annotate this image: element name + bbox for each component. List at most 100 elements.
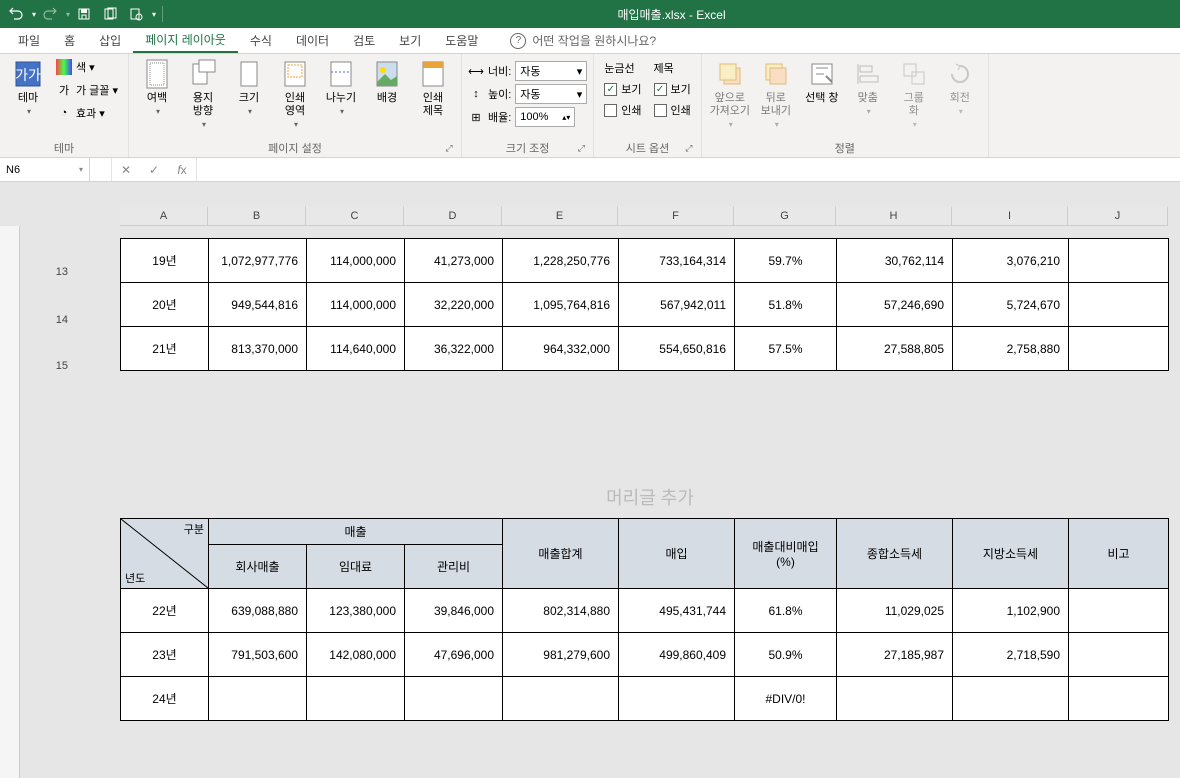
tab-page-layout[interactable]: 페이지 레이아웃: [133, 28, 238, 53]
col-header[interactable]: F: [618, 206, 734, 226]
formula-bar: N6▾ ✕ ✓ fх: [0, 158, 1180, 182]
table-header-row: 구분 년도 매출 매출합계 매입 매출대비매입 (%) 종합소득세 지방소득세 …: [121, 519, 1169, 545]
svg-text:가가: 가가: [15, 67, 41, 83]
tab-file[interactable]: 파일: [6, 28, 52, 53]
group-scale: ⟷너비:자동▾ ↕높이:자동▾ ⊞배율:100%▴▾ 크기 조정⤢: [462, 54, 594, 157]
fx-button[interactable]: fх: [168, 158, 196, 181]
selpane-icon: [806, 58, 838, 90]
row-header[interactable]: 15: [20, 356, 76, 376]
tab-help[interactable]: 도움말: [433, 28, 490, 53]
print-area-icon: [279, 58, 311, 90]
print-area-button[interactable]: 인쇄 영역▾: [273, 56, 317, 131]
align-icon: [852, 58, 884, 90]
redo-button[interactable]: [38, 2, 62, 26]
back-icon: [760, 58, 792, 90]
fit-width-input[interactable]: 자동▾: [515, 61, 587, 81]
row-header[interactable]: 13: [20, 262, 76, 282]
print-preview-button[interactable]: [124, 2, 148, 26]
data-table-1: 19년 1,072,977,776 114,000,000 41,273,000…: [120, 238, 1169, 371]
worksheet-area: 13 14 15 A B C D E F G H I J 19년 1,072,9…: [0, 182, 1180, 778]
group-obj-icon: [898, 58, 930, 90]
themes-button[interactable]: 가가 테마 ▾: [6, 56, 50, 118]
page-setup-launcher[interactable]: ⤢: [443, 143, 455, 155]
group-button[interactable]: 그룹 화▾: [892, 56, 936, 131]
grid-print-checkbox[interactable]: [604, 104, 617, 117]
theme-fonts-button[interactable]: 가가 글꼴 ▾: [52, 79, 122, 101]
background-button[interactable]: 배경: [365, 56, 409, 107]
ribbon-tabs: 파일 홈 삽입 페이지 레이아웃 수식 데이터 검토 보기 도움말 ? 어떤 작…: [0, 28, 1180, 54]
size-icon: [233, 58, 265, 90]
ribbon: 가가 테마 ▾ 색 ▾ 가가 글꼴 ▾ ◔효과 ▾ 테마 여백▾ 용지 방향▾ …: [0, 54, 1180, 158]
theme-effects-button[interactable]: ◔효과 ▾: [52, 102, 122, 124]
margins-icon: [141, 58, 173, 90]
sheet-opts-launcher[interactable]: ⤢: [683, 143, 695, 155]
print-titles-button[interactable]: 인쇄 제목: [411, 56, 455, 120]
tab-formulas[interactable]: 수식: [238, 28, 284, 53]
tab-insert[interactable]: 삽입: [87, 28, 133, 53]
group-themes: 가가 테마 ▾ 색 ▾ 가가 글꼴 ▾ ◔효과 ▾ 테마: [0, 54, 129, 157]
lightbulb-icon: ?: [510, 33, 526, 49]
scale-launcher[interactable]: ⤢: [575, 143, 587, 155]
data-table-2: 구분 년도 매출 매출합계 매입 매출대비매입 (%) 종합소득세 지방소득세 …: [120, 518, 1169, 721]
effects-icon: ◔: [56, 105, 72, 121]
tell-me-search[interactable]: ? 어떤 작업을 원하시나요?: [510, 28, 656, 53]
touch-mode-button[interactable]: [98, 2, 122, 26]
margins-button[interactable]: 여백▾: [135, 56, 179, 118]
align-button[interactable]: 맞춤▾: [846, 56, 890, 118]
col-header[interactable]: C: [306, 206, 404, 226]
rotate-button[interactable]: 회전▾: [938, 56, 982, 118]
table-row: 22년 639,088,880 123,380,000 39,846,000 8…: [121, 589, 1169, 633]
group-arrange: 앞으로 가져오기▾ 뒤로 보내기▾ 선택 창 맞춤▾ 그룹 화▾ 회전▾ 정렬: [702, 54, 989, 157]
window-title: 매입매출.xlsx - Excel: [167, 6, 1176, 23]
selection-pane-button[interactable]: 선택 창: [800, 56, 844, 107]
forward-icon: [714, 58, 746, 90]
titles-icon: [417, 58, 449, 90]
header-placeholder[interactable]: 머리글 추가: [606, 484, 694, 510]
scale-input[interactable]: 100%▴▾: [515, 107, 575, 127]
theme-colors-button[interactable]: 색 ▾: [52, 56, 122, 78]
headings-view-checkbox[interactable]: ✓: [654, 83, 667, 96]
col-header[interactable]: J: [1068, 206, 1168, 226]
themes-icon: 가가: [12, 58, 44, 90]
col-header[interactable]: H: [836, 206, 952, 226]
row-numbers: 13 14 15: [20, 226, 76, 778]
scale-icon: ⊞: [468, 109, 484, 125]
enter-formula-button[interactable]: ✓: [140, 158, 168, 181]
headings-print-checkbox[interactable]: [654, 104, 667, 117]
bring-forward-button[interactable]: 앞으로 가져오기▾: [708, 56, 752, 131]
grid-view-checkbox[interactable]: ✓: [604, 83, 617, 96]
cancel-formula-button[interactable]: ✕: [112, 158, 140, 181]
group-sheet-options: 눈금선 ✓보기 인쇄 제목 ✓보기 인쇄 시트 옵션⤢: [594, 54, 702, 157]
size-button[interactable]: 크기▾: [227, 56, 271, 118]
tab-review[interactable]: 검토: [341, 28, 387, 53]
col-header[interactable]: D: [404, 206, 502, 226]
col-header[interactable]: B: [208, 206, 306, 226]
send-back-button[interactable]: 뒤로 보내기▾: [754, 56, 798, 131]
row-header[interactable]: 14: [20, 310, 76, 330]
col-header[interactable]: I: [952, 206, 1068, 226]
formula-input[interactable]: [197, 158, 1180, 181]
table-row: 20년 949,544,816 114,000,000 32,220,000 1…: [121, 283, 1169, 327]
tab-view[interactable]: 보기: [387, 28, 433, 53]
col-header[interactable]: A: [120, 206, 208, 226]
undo-button[interactable]: [4, 2, 28, 26]
group-page-setup: 여백▾ 용지 방향▾ 크기▾ 인쇄 영역▾ 나누기▾ 배경 인쇄 제목 페이지 …: [129, 54, 462, 157]
tab-home[interactable]: 홈: [52, 28, 87, 53]
save-button[interactable]: [72, 2, 96, 26]
tab-data[interactable]: 데이터: [284, 28, 341, 53]
name-box[interactable]: N6▾: [0, 158, 90, 181]
orientation-icon: [187, 58, 219, 90]
table-row: 23년 791,503,600 142,080,000 47,696,000 9…: [121, 633, 1169, 677]
col-header[interactable]: G: [734, 206, 836, 226]
fit-height-input[interactable]: 자동▾: [515, 84, 587, 104]
col-header[interactable]: E: [502, 206, 618, 226]
width-icon: ⟷: [468, 63, 484, 79]
table-row: 24년 #DIV/0!: [121, 677, 1169, 721]
orientation-button[interactable]: 용지 방향▾: [181, 56, 225, 131]
column-headers: A B C D E F G H I J: [120, 206, 1180, 226]
quick-access-toolbar: ▾ ▾ ▾: [4, 2, 167, 26]
colors-icon: [56, 59, 72, 75]
title-bar: ▾ ▾ ▾ 매입매출.xlsx - Excel: [0, 0, 1180, 28]
table-row: 21년 813,370,000 114,640,000 36,322,000 9…: [121, 327, 1169, 371]
breaks-button[interactable]: 나누기▾: [319, 56, 363, 118]
